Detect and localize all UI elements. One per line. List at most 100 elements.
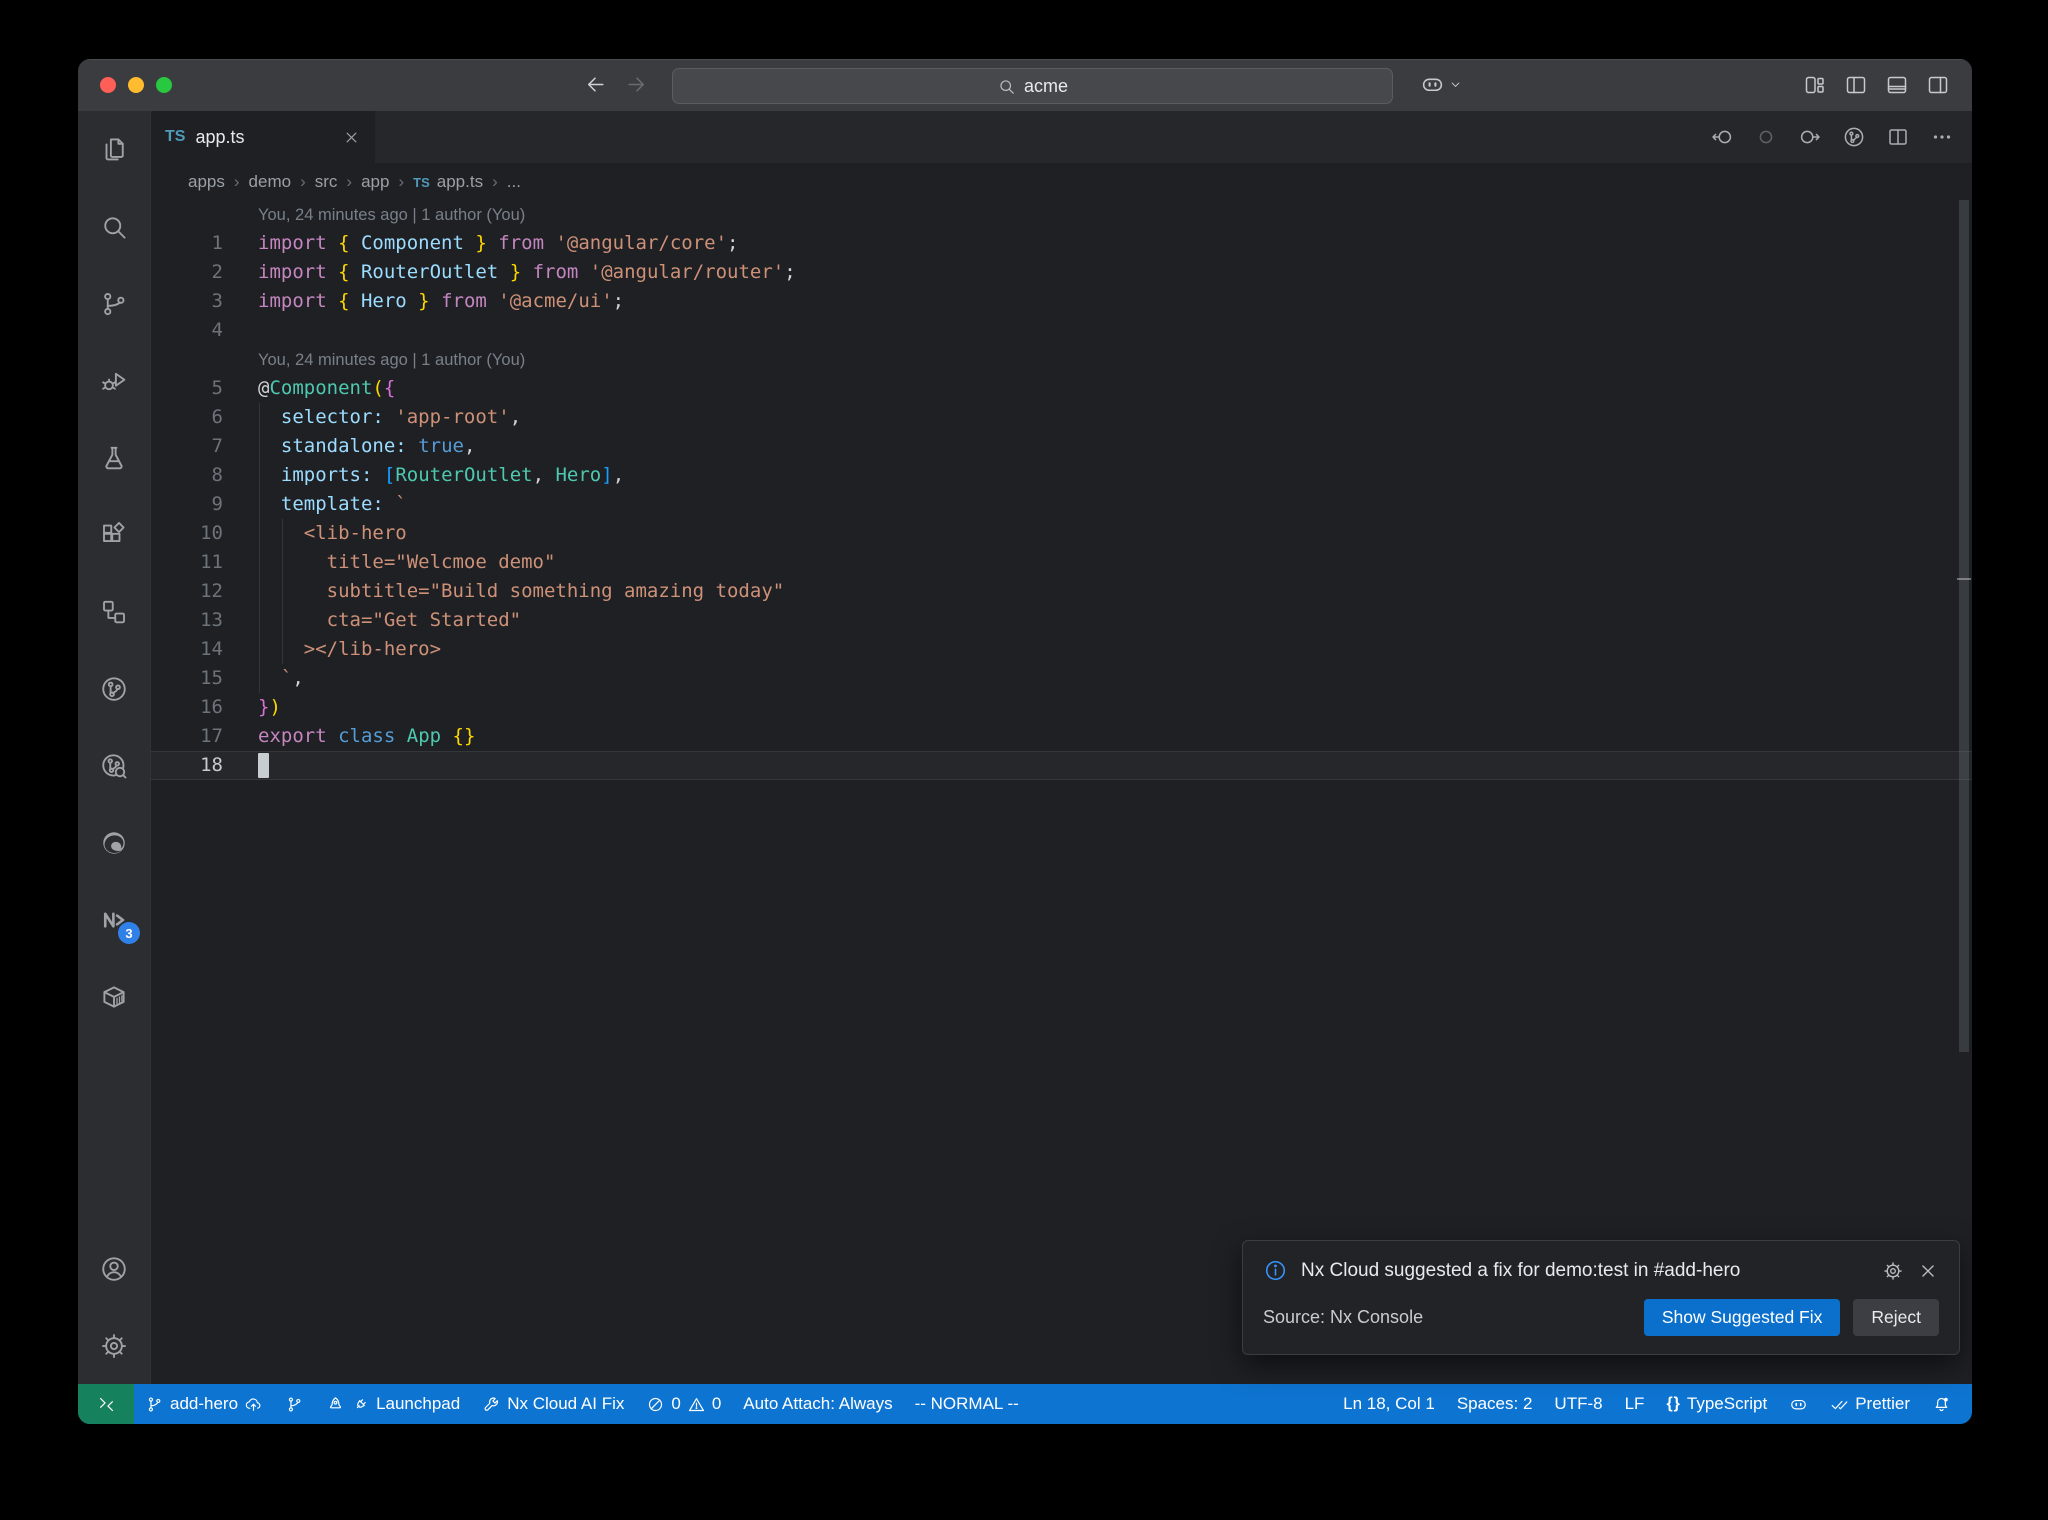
activity-item-extensions[interactable] — [78, 496, 150, 573]
code-editor[interactable]: You, 24 minutes ago | 1 author (You) 1 imp… — [151, 200, 1972, 1384]
activity-item-gitlens[interactable] — [78, 650, 150, 727]
code-line-15[interactable]: 15 `, — [151, 664, 1972, 693]
line-number[interactable]: 10 — [151, 519, 258, 548]
zoom-window-button[interactable] — [156, 77, 172, 93]
line-number[interactable]: 3 — [151, 287, 258, 316]
status-notifications-bell[interactable] — [1921, 1384, 1962, 1424]
line-number[interactable]: 11 — [151, 548, 258, 577]
line-number[interactable]: 7 — [151, 432, 258, 461]
code-line-7[interactable]: 7 standalone: true, — [151, 432, 1972, 461]
copilot-menu[interactable] — [1420, 72, 1463, 97]
line-number[interactable]: 16 — [151, 693, 258, 722]
code-line-9[interactable]: 9 template: ` — [151, 490, 1972, 519]
breadcrumb-item-app-ts[interactable]: TS app.ts — [413, 172, 483, 192]
breadcrumb-item-apps[interactable]: apps — [188, 172, 225, 192]
open-changes-previous-icon[interactable] — [1710, 125, 1734, 149]
status-indentation[interactable]: Spaces: 2 — [1446, 1384, 1544, 1424]
split-editor-icon[interactable] — [1886, 125, 1910, 149]
code-line-13[interactable]: 13 cta="Get Started" — [151, 606, 1972, 635]
editor-scrollbar[interactable] — [1957, 200, 1971, 1384]
activity-item-gitlens-inspect[interactable] — [78, 727, 150, 804]
back-icon[interactable] — [583, 72, 608, 97]
status-copilot-status[interactable] — [1778, 1384, 1819, 1424]
line-number[interactable]: 6 — [151, 403, 258, 432]
code-line-14[interactable]: 14 ></lib-hero> — [151, 635, 1972, 664]
notification-settings-icon[interactable] — [1882, 1260, 1904, 1282]
activity-item-source-control[interactable] — [78, 265, 150, 342]
circle-slash-icon — [646, 1395, 665, 1414]
code-line-3[interactable]: 3 import { Hero } from '@acme/ui'; — [151, 287, 1972, 316]
reject-button[interactable]: Reject — [1853, 1299, 1939, 1336]
line-number[interactable]: 4 — [151, 316, 258, 345]
code-line-5[interactable]: 5 @Component({ — [151, 374, 1972, 403]
breadcrumb-item-demo[interactable]: demo — [249, 172, 292, 192]
forward-icon[interactable] — [624, 72, 649, 97]
breadcrumb-item-app[interactable]: app — [361, 172, 389, 192]
code-line-11[interactable]: 11 title="Welcmoe demo" — [151, 548, 1972, 577]
code-line-16[interactable]: 16}) — [151, 693, 1972, 722]
line-number[interactable]: 18 — [151, 751, 258, 780]
activity-item-settings[interactable] — [78, 1307, 150, 1384]
line-number[interactable]: 14 — [151, 635, 258, 664]
line-number[interactable]: 17 — [151, 722, 258, 751]
breadcrumb-item-src[interactable]: src — [315, 172, 338, 192]
activity-item-search[interactable] — [78, 188, 150, 265]
status-launchpad[interactable]: Launchpad — [315, 1384, 471, 1424]
more-actions-icon[interactable] — [1930, 125, 1954, 149]
vscode-window: acme 3 TS app.ts apps › demo › src › app… — [78, 59, 1972, 1424]
activity-item-explorer[interactable] — [78, 111, 150, 188]
line-number[interactable]: 15 — [151, 664, 258, 693]
toggle-panel-icon[interactable] — [1885, 73, 1909, 97]
code-line-18[interactable]: 18 — [151, 751, 1972, 780]
line-number[interactable]: 13 — [151, 606, 258, 635]
status-problems[interactable]: 00 — [635, 1384, 732, 1424]
status-cursor-position[interactable]: Ln 18, Col 1 — [1332, 1384, 1446, 1424]
remote-indicator[interactable] — [78, 1384, 134, 1424]
tab-app-ts[interactable]: TS app.ts — [151, 111, 375, 163]
line-number[interactable]: 1 — [151, 229, 258, 258]
status-vim-mode[interactable]: -- NORMAL -- — [904, 1384, 1030, 1424]
activity-item-run-and-debug[interactable] — [78, 342, 150, 419]
close-icon[interactable] — [342, 128, 361, 147]
command-center-search[interactable]: acme — [672, 68, 1393, 104]
activity-item-project-hierarchy[interactable] — [78, 573, 150, 650]
line-number[interactable]: 12 — [151, 577, 258, 606]
code-line-10[interactable]: 10 <lib-hero — [151, 519, 1972, 548]
status-git-graph[interactable] — [274, 1384, 315, 1424]
status-git-branch[interactable]: add-hero — [134, 1384, 274, 1424]
code-line-2[interactable]: 2 import { RouterOutlet } from '@angular/… — [151, 258, 1972, 287]
activity-item-containers[interactable] — [78, 958, 150, 1035]
breadcrumb-item--[interactable]: ... — [507, 172, 521, 192]
toggle-primary-sidebar-icon[interactable] — [1844, 73, 1868, 97]
status-encoding[interactable]: UTF-8 — [1543, 1384, 1613, 1424]
status-prettier[interactable]: Prettier — [1819, 1384, 1921, 1424]
code-line-4[interactable]: 4 — [151, 316, 1972, 345]
line-number[interactable]: 9 — [151, 490, 258, 519]
close-window-button[interactable] — [100, 77, 116, 93]
notification-close-icon[interactable] — [1917, 1260, 1939, 1282]
toggle-secondary-sidebar-icon[interactable] — [1926, 73, 1950, 97]
revision-indicator-icon[interactable] — [1754, 125, 1778, 149]
code-line-8[interactable]: 8 imports: [RouterOutlet, Hero], — [151, 461, 1972, 490]
code-line-17[interactable]: 17 export class App {} — [151, 722, 1972, 751]
line-number[interactable]: 5 — [151, 374, 258, 403]
open-changes-next-icon[interactable] — [1798, 125, 1822, 149]
status-eol[interactable]: LF — [1614, 1384, 1656, 1424]
line-number[interactable]: 2 — [151, 258, 258, 287]
activity-item-nx-console[interactable]: 3 — [78, 881, 150, 958]
activity-item-testing[interactable] — [78, 419, 150, 496]
code-line-6[interactable]: 6 selector: 'app-root', — [151, 403, 1972, 432]
activity-item-edge-tools[interactable] — [78, 804, 150, 881]
code-line-12[interactable]: 12 subtitle="Build something amazing tod… — [151, 577, 1972, 606]
activity-item-accounts[interactable] — [78, 1230, 150, 1307]
gitlens-graph-icon[interactable] — [1842, 125, 1866, 149]
status-auto-attach[interactable]: Auto Attach: Always — [732, 1384, 903, 1424]
code-line-1[interactable]: 1 import { Component } from '@angular/cor… — [151, 229, 1972, 258]
line-number[interactable]: 8 — [151, 461, 258, 490]
show-suggested-fix-button[interactable]: Show Suggested Fix — [1643, 1299, 1841, 1336]
status-language[interactable]: {} TypeScript — [1655, 1384, 1778, 1424]
status-nx-cloud-ai-fix[interactable]: Nx Cloud AI Fix — [471, 1384, 635, 1424]
minimize-window-button[interactable] — [128, 77, 144, 93]
customize-layout-icon[interactable] — [1803, 73, 1827, 97]
scrollbar-thumb[interactable] — [1959, 200, 1969, 1053]
